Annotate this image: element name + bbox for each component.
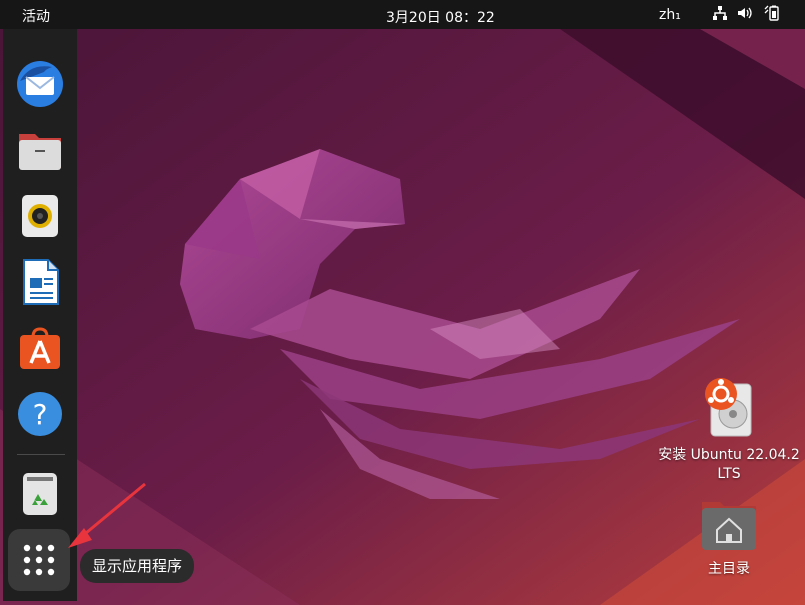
- install-ubuntu-desktop-icon[interactable]: 安装 Ubuntu 22.04.2 LTS: [654, 376, 804, 484]
- dock-thunderbird[interactable]: [13, 57, 67, 111]
- folder-icon: [19, 134, 61, 170]
- show-apps-button[interactable]: [8, 529, 70, 591]
- home-folder-icon: [702, 502, 756, 550]
- battery-icon: [762, 5, 780, 21]
- dock-files[interactable]: [13, 123, 67, 177]
- trash-icon: [23, 473, 57, 515]
- dock-ubuntu-software[interactable]: [13, 321, 67, 375]
- app-grid-icon: [23, 544, 55, 576]
- top-panel: 活动 3月20日 08：22 zh₁: [0, 0, 805, 29]
- network-icon: [712, 5, 728, 21]
- activities-button[interactable]: 活动: [22, 6, 50, 26]
- dock: ?: [3, 29, 77, 601]
- app-store-icon: [20, 327, 60, 369]
- clock-button[interactable]: 3月20日 08：22: [386, 7, 495, 27]
- dock-separator: [17, 454, 65, 455]
- dock-writer[interactable]: [13, 255, 67, 309]
- help-icon: ?: [18, 392, 62, 436]
- system-tray[interactable]: [712, 5, 780, 21]
- svg-text:?: ?: [33, 398, 48, 431]
- show-apps-tooltip: 显示应用程序: [80, 549, 195, 583]
- document-icon: [23, 259, 59, 305]
- installer-disk-icon: [705, 378, 752, 437]
- install-ubuntu-label: 安装 Ubuntu 22.04.2 LTS: [658, 447, 800, 482]
- input-method-button[interactable]: zh₁: [659, 7, 681, 23]
- home-folder-desktop-icon[interactable]: 主目录: [654, 496, 804, 579]
- speaker-icon: [22, 195, 58, 237]
- dock-rhythmbox[interactable]: [13, 189, 67, 243]
- thunderbird-icon: [17, 61, 63, 107]
- home-folder-label: 主目录: [708, 561, 750, 577]
- dock-help[interactable]: ?: [13, 387, 67, 441]
- volume-icon: [736, 5, 754, 21]
- desktop-screen: 活动 3月20日 08：22 zh₁ ? 显示应用程序 安装 Ubuntu 22…: [0, 0, 805, 605]
- dock-trash[interactable]: [13, 467, 67, 521]
